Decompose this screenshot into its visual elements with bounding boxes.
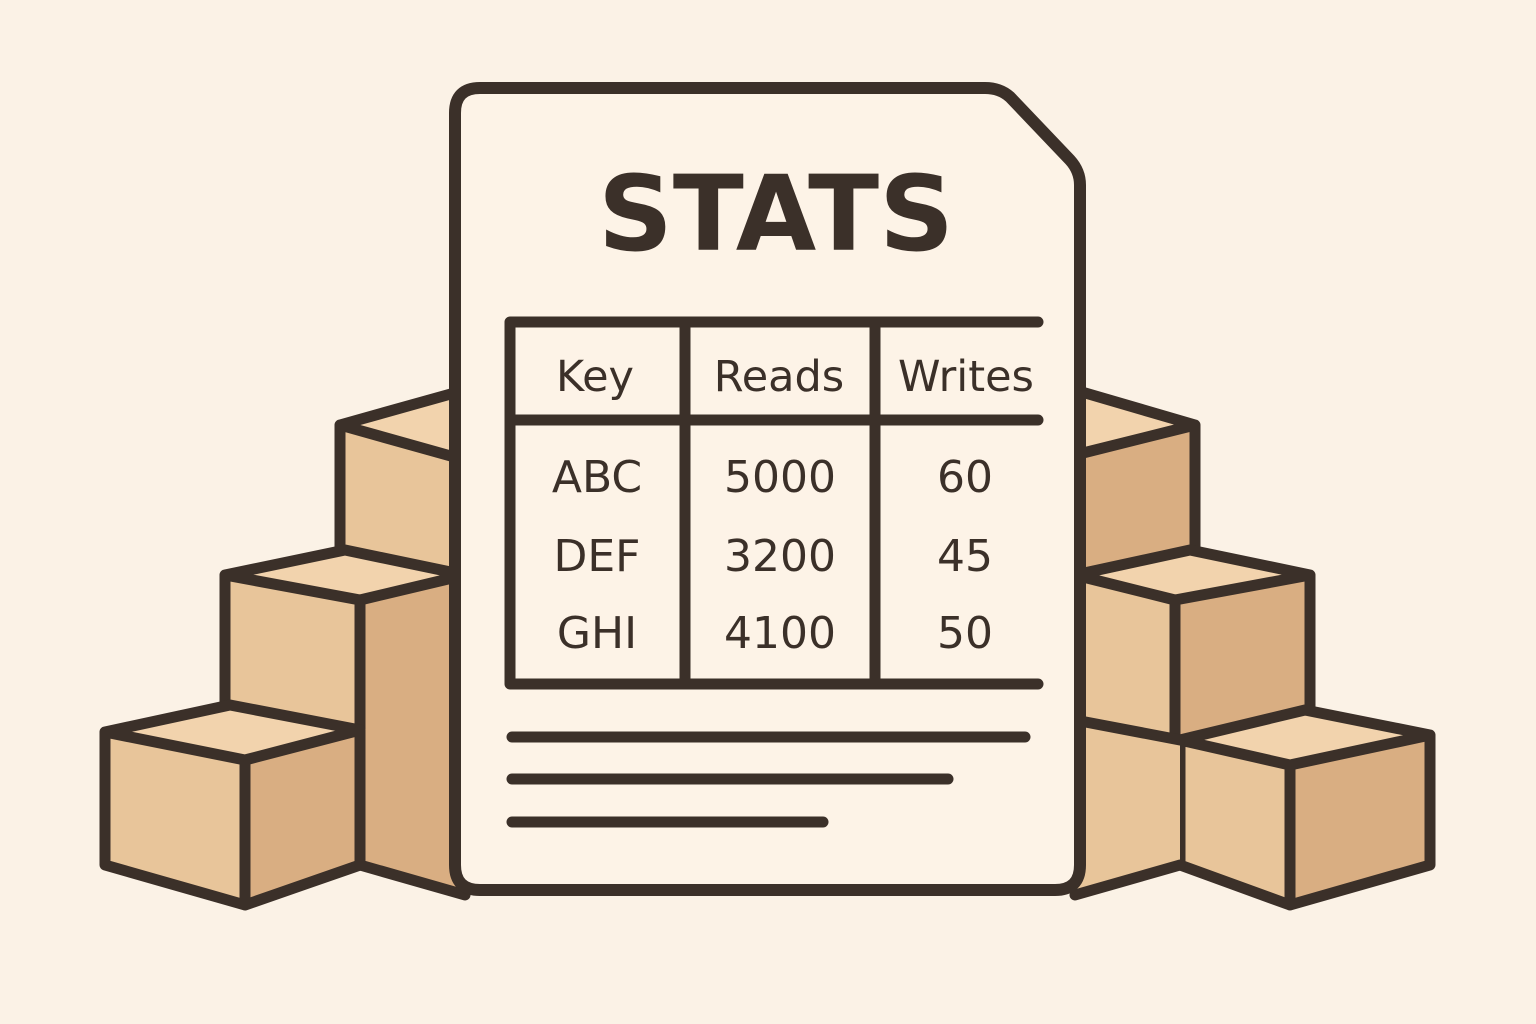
- table-cell-writes: 60: [937, 452, 993, 503]
- column-header-key: Key: [556, 352, 634, 402]
- table-cell-reads: 4100: [724, 608, 836, 659]
- box-icon: [99, 699, 366, 911]
- table-cell-reads: 5000: [724, 452, 836, 503]
- column-header-reads: Reads: [714, 352, 844, 402]
- illustration-canvas: STATS Key Reads Writes ABC 5000 60 DEF 3…: [99, 82, 1436, 911]
- box-icon: [1069, 714, 1186, 901]
- stats-illustration: STATS Key Reads Writes ABC 5000 60 DEF 3…: [0, 0, 1536, 1024]
- page-title: STATS: [598, 153, 954, 275]
- box-stack-left: [99, 384, 471, 911]
- box-stack-right: [1069, 384, 1436, 911]
- table-cell-reads: 3200: [724, 531, 836, 582]
- column-header-writes: Writes: [898, 352, 1034, 402]
- box-icon: [1069, 544, 1316, 746]
- table-cell-writes: 45: [937, 531, 993, 582]
- box-icon: [1174, 704, 1436, 911]
- table-cell-key: GHI: [557, 608, 637, 659]
- table-cell-key: DEF: [554, 531, 641, 582]
- table-cell-key: ABC: [552, 452, 642, 503]
- table-cell-writes: 50: [937, 608, 993, 659]
